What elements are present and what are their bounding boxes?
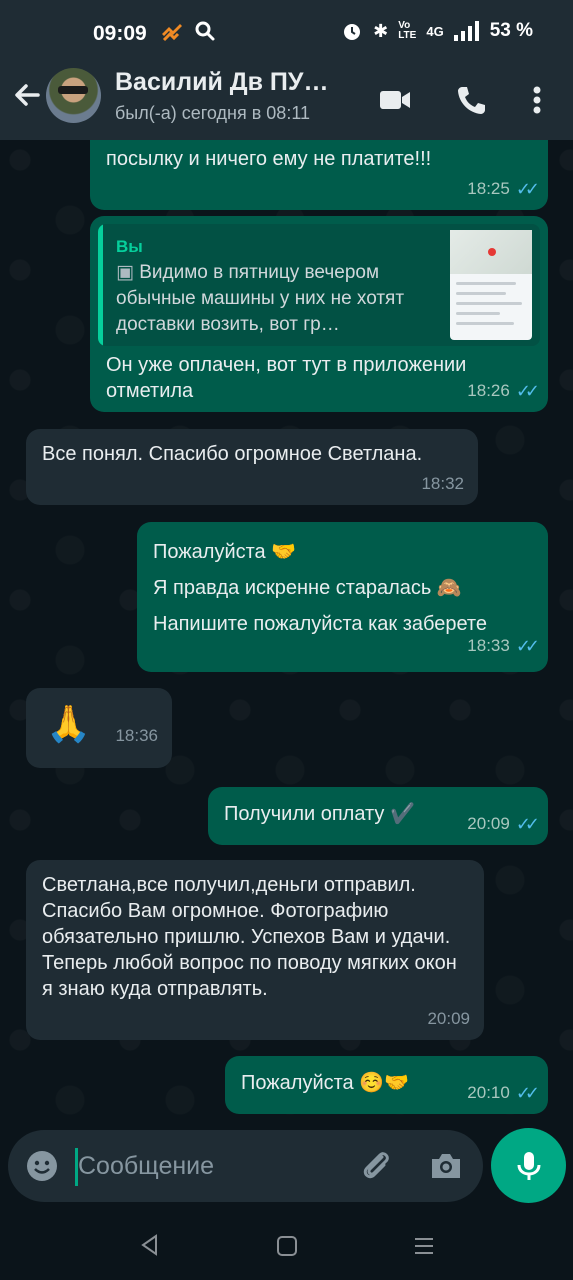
message-emoji: 🙏: [46, 703, 91, 744]
message-meta: 20:09 ✓✓: [467, 811, 540, 837]
message-text: Светлана,все получил,деньги отправил. Сп…: [42, 874, 457, 1000]
message-meta: 18:26 ✓✓: [467, 378, 540, 404]
read-receipt-icon: ✓✓: [515, 179, 540, 199]
battery-percent: 53 %: [489, 20, 533, 41]
message-bubble-incoming[interactable]: 🙏 18:36: [26, 688, 172, 768]
nav-home-icon[interactable]: [275, 1234, 299, 1258]
more-options-icon[interactable]: [527, 82, 547, 118]
contact-name[interactable]: Василий Дв ПУ…: [115, 68, 350, 97]
message-bubble-outgoing[interactable]: посылку и ничего ему не платите!!! 18:25…: [90, 140, 548, 210]
emoji-icon[interactable]: [24, 1148, 60, 1184]
alarm-icon: [344, 24, 361, 40]
message-time: 18:32: [421, 474, 464, 493]
last-seen-status: был(-а) сегодня в 08:11: [115, 103, 311, 123]
message-text: Получили оплату ✔️: [224, 803, 415, 825]
bluetooth-icon: ✱: [373, 20, 389, 41]
message-input[interactable]: [78, 1148, 338, 1184]
message-bubble-outgoing[interactable]: Получили оплату ✔️ 20:09 ✓✓: [208, 787, 548, 845]
message-meta: 20:09: [427, 1006, 470, 1032]
read-receipt-icon: ✓✓: [515, 1083, 540, 1103]
mic-button[interactable]: [491, 1128, 566, 1203]
message-time: 18:25: [467, 179, 510, 198]
notification-app-icon: [162, 24, 182, 42]
message-bubble-outgoing[interactable]: Пожалуйста 🤝 Я правда искренне старалась…: [137, 522, 548, 672]
signal-icon: [453, 21, 479, 41]
message-meta: 20:10 ✓✓: [467, 1080, 540, 1106]
message-text: Пожалуйста ☺️🤝: [241, 1072, 410, 1094]
mic-icon: [517, 1152, 541, 1180]
message-meta: 18:36: [115, 712, 158, 760]
quote-accent-bar: [98, 224, 103, 346]
read-receipt-icon: ✓✓: [515, 636, 540, 656]
camera-icon[interactable]: [428, 1148, 464, 1184]
nav-back-icon[interactable]: [138, 1233, 162, 1257]
message-line: Пожалуйста 🤝: [153, 541, 297, 563]
message-text: посылку и ничего ему не платите!!!: [106, 148, 432, 170]
contact-avatar[interactable]: [46, 68, 101, 123]
reply-quote[interactable]: Вы ▣ Видимо в пятницу вечером обычные ма…: [98, 224, 540, 346]
message-time: 20:10: [467, 1083, 510, 1102]
message-text: Он уже оплачен, вот тут в приложении отм…: [106, 354, 467, 402]
message-time: 20:09: [427, 1009, 470, 1028]
message-list[interactable]: посылку и ничего ему не платите!!! 18:25…: [0, 140, 573, 1130]
quote-text-content: Видимо в пятницу вечером обычные машины …: [116, 262, 405, 335]
message-bubble-outgoing[interactable]: Вы ▣ Видимо в пятницу вечером обычные ма…: [90, 216, 548, 412]
chat-header: Василий Дв ПУ… был(-а) сегодня в 08:11: [0, 60, 573, 140]
status-bar: 09:09 ✱ Vo LTE 4G 53 %: [0, 0, 573, 60]
quote-author: Вы: [116, 237, 143, 256]
system-navigation-bar: [0, 1210, 573, 1280]
thumb-line: [456, 282, 516, 285]
back-arrow-icon[interactable]: [10, 78, 44, 112]
message-text: Все понял. Спасибо огромное Светлана.: [42, 443, 423, 465]
message-meta: 18:33 ✓✓: [467, 628, 540, 664]
paperclip-icon[interactable]: [358, 1148, 394, 1184]
read-receipt-icon: ✓✓: [515, 814, 540, 834]
message-composer: [8, 1130, 483, 1202]
message-bubble-incoming[interactable]: Все понял. Спасибо огромное Светлана. 18…: [26, 429, 478, 505]
search-notification-icon: [195, 21, 215, 41]
thumb-line: [456, 292, 506, 295]
message-meta: 18:25 ✓✓: [467, 176, 540, 202]
message-bubble-incoming[interactable]: Светлана,все получил,деньги отправил. Сп…: [26, 860, 484, 1040]
thumb-line: [456, 322, 514, 325]
quote-image-thumbnail: [450, 230, 532, 340]
volte-icon: Vo LTE: [398, 20, 417, 41]
message-bubble-outgoing[interactable]: Пожалуйста ☺️🤝 20:10 ✓✓: [225, 1056, 548, 1114]
message-meta: 18:32: [421, 471, 464, 497]
message-line: Я правда искренне старалась 🙈: [153, 577, 462, 599]
voice-call-icon[interactable]: [453, 82, 489, 118]
video-call-icon[interactable]: [377, 82, 413, 118]
map-pin-icon: [488, 248, 496, 256]
quote-text: ▣ Видимо в пятницу вечером обычные машин…: [116, 260, 446, 338]
photo-icon: ▣: [116, 262, 140, 283]
thumb-line: [456, 302, 522, 305]
network-type: 4G: [426, 23, 444, 39]
read-receipt-icon: ✓✓: [515, 381, 540, 401]
nav-recents-icon[interactable]: [412, 1234, 436, 1258]
status-right: ✱ Vo LTE 4G 53 %: [341, 20, 533, 42]
status-time: 09:09: [93, 22, 147, 45]
thumb-line: [456, 312, 500, 315]
message-time: 20:09: [467, 814, 510, 833]
message-time: 18:36: [115, 726, 158, 745]
message-time: 18:26: [467, 381, 510, 400]
status-left-icons: [158, 20, 216, 46]
message-time: 18:33: [467, 636, 510, 655]
